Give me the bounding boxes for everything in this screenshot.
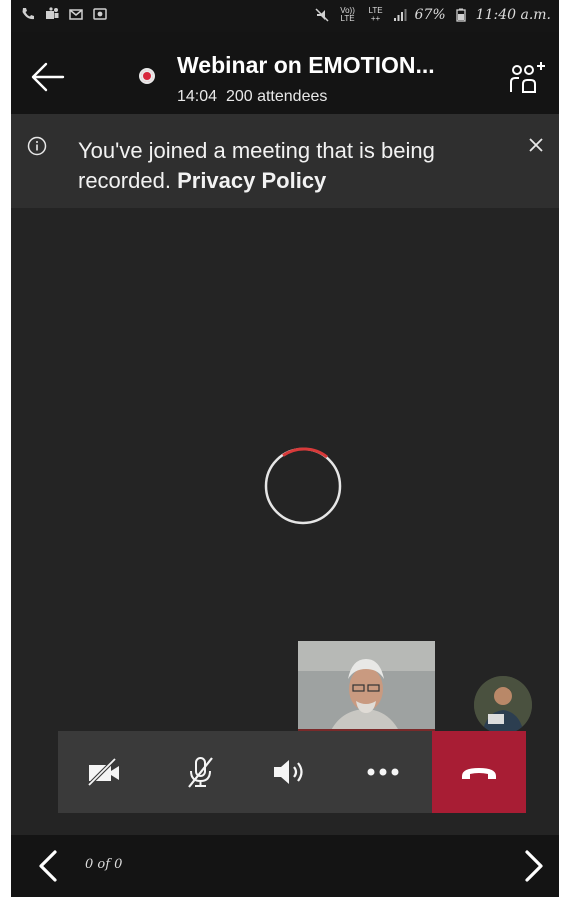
participant-avatar[interactable]: [474, 676, 532, 734]
battery-icon: [456, 8, 466, 22]
mic-off-icon: [188, 757, 213, 788]
recording-banner: You've joined a meeting that is being re…: [11, 114, 559, 208]
meeting-screen: Vo)) LTE LTE ++ 67% 11:40 a.m. Webinar o…: [11, 0, 559, 897]
hang-up-button[interactable]: [432, 731, 526, 813]
mute-notifications-icon: [315, 8, 329, 22]
volte-label: Vo)) LTE: [340, 6, 355, 23]
mic-toggle-button[interactable]: [165, 731, 235, 813]
recording-indicator: [139, 68, 155, 84]
banner-message: You've joined a meeting that is being re…: [78, 136, 508, 196]
status-bar: Vo)) LTE LTE ++ 67% 11:40 a.m.: [11, 0, 559, 32]
hang-up-icon: [462, 768, 496, 779]
chevron-right-icon[interactable]: [521, 849, 547, 883]
photo-icon: [93, 8, 107, 20]
attendee-count: 200 attendees: [225, 88, 328, 105]
back-arrow-icon[interactable]: [29, 58, 67, 96]
close-icon[interactable]: [527, 136, 545, 154]
speaker-toggle-button[interactable]: [255, 731, 325, 813]
chevron-left-icon[interactable]: [35, 849, 61, 883]
phone-icon: [22, 8, 34, 20]
camera-toggle-button[interactable]: [70, 731, 140, 813]
camera-off-icon: [87, 757, 119, 787]
page-indicator: 0 of 0: [85, 857, 123, 872]
self-video-image: [298, 641, 435, 737]
info-icon: [27, 136, 47, 156]
more-icon: [367, 768, 399, 776]
more-options-button[interactable]: [348, 731, 418, 813]
signal-icon: [393, 9, 407, 21]
privacy-policy-link[interactable]: Privacy Policy: [177, 168, 326, 193]
participant-avatar-image: [474, 676, 532, 734]
teams-icon: [46, 7, 59, 19]
add-participants-icon[interactable]: [509, 62, 545, 96]
self-video-thumbnail[interactable]: [298, 641, 435, 737]
meeting-duration: 14:04: [177, 88, 218, 105]
meeting-subtitle: 14:04 200 attendees: [177, 88, 327, 106]
speaker-icon: [274, 760, 303, 784]
mail-icon: [69, 9, 83, 20]
loading-spinner: [264, 447, 342, 525]
bottom-nav: 0 of 0: [11, 835, 559, 897]
call-controls: [58, 731, 526, 813]
lte-label: LTE ++: [368, 6, 383, 23]
battery-percent: 67%: [414, 7, 446, 23]
clock: 11:40 a.m.: [475, 7, 551, 23]
meeting-header: Webinar on EMOTION... 14:04 200 attendee…: [11, 32, 559, 114]
meeting-title[interactable]: Webinar on EMOTION...: [177, 52, 435, 79]
